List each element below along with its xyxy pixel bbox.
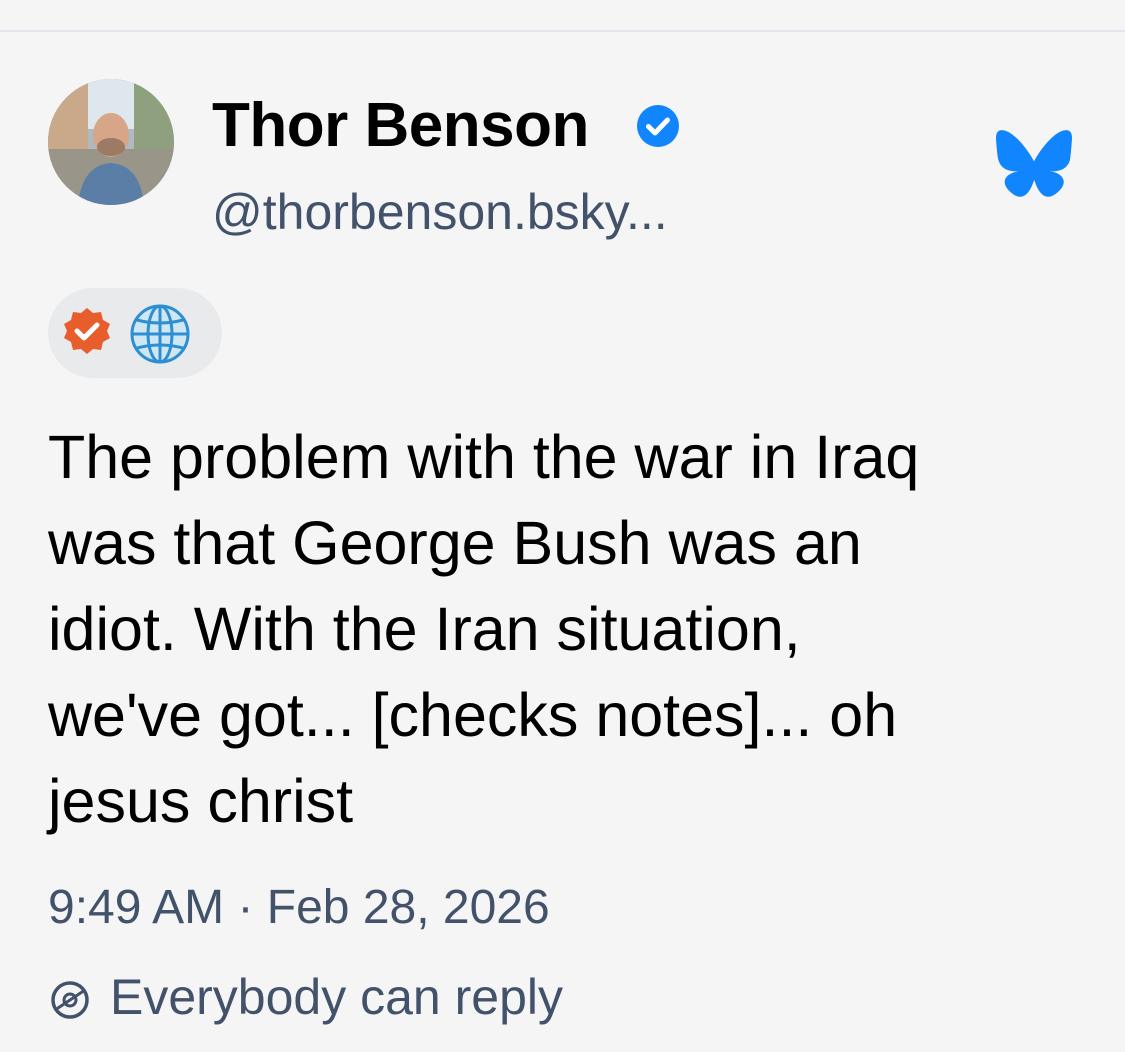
reply-setting-icon — [51, 981, 89, 1019]
author-handle[interactable]: @thorbenson.bsky... — [212, 180, 668, 244]
top-divider — [0, 30, 1125, 32]
post-timestamp[interactable]: 9:49 AM · Feb 28, 2026 — [48, 876, 550, 940]
author-display-name[interactable]: Thor Benson — [212, 90, 589, 162]
avatar[interactable] — [48, 79, 174, 205]
bluesky-butterfly-icon[interactable] — [996, 130, 1072, 198]
post-text-line: The problem with the war in Iraq — [48, 423, 920, 491]
post-text-line: jesus christ — [48, 767, 354, 835]
post-text: The problem with the war in Iraq was tha… — [48, 414, 1088, 844]
orange-check-badge-icon — [64, 308, 110, 354]
globe-icon — [130, 304, 190, 364]
post-text-line: was that George Bush was an — [48, 509, 862, 577]
post-text-line: idiot. With the Iran situation, — [48, 595, 801, 663]
post-text-line: we've got... [checks notes]... oh — [48, 681, 898, 749]
verified-check-icon — [637, 105, 679, 147]
reply-setting-label: Everybody can reply — [110, 969, 564, 1025]
